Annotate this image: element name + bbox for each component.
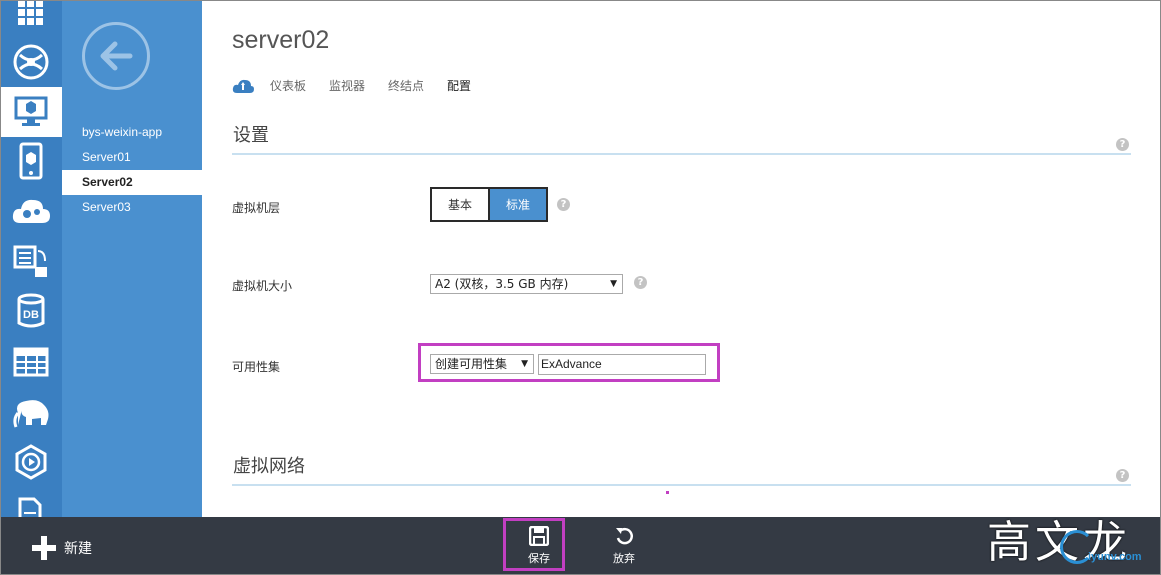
settings-divider (232, 153, 1131, 155)
grid-icon[interactable] (0, 0, 62, 38)
virtual-machine-icon[interactable] (0, 87, 62, 137)
cloud-service-icon[interactable] (0, 186, 62, 236)
vm-tier-label: 虚拟机层 (232, 201, 281, 215)
tier-basic-button[interactable]: 基本 (432, 189, 488, 220)
availability-highlight-box (418, 343, 720, 382)
tier-standard-button[interactable]: 标准 (488, 189, 546, 220)
vm-size-label: 虚拟机大小 (232, 279, 293, 293)
new-button[interactable]: 新建 (32, 536, 92, 560)
nav-item-server01[interactable]: Server01 (62, 145, 202, 170)
web-globe-icon[interactable] (0, 37, 62, 87)
settings-section-title: 设置 (233, 125, 269, 146)
save-highlight-box (503, 518, 565, 571)
discard-button[interactable]: 放弃 (596, 526, 652, 566)
back-arrow-icon (100, 41, 133, 71)
tab-monitor[interactable]: 监视器 (329, 77, 365, 94)
tab-endpoints[interactable]: 终结点 (388, 77, 424, 94)
tab-dashboard[interactable]: 仪表板 (270, 77, 306, 94)
vm-size-value: A2 (双核，3.5 GB 内存) (435, 277, 569, 291)
nav-item-server02[interactable]: Server02 (62, 170, 202, 195)
hdinsight-elephant-icon[interactable] (0, 387, 62, 437)
media-services-icon[interactable] (0, 437, 62, 487)
new-label: 新建 (64, 541, 92, 557)
database-icon[interactable]: DB (0, 286, 62, 336)
portal-window: DB bys-weixin-app Server01 Server02 Serv… (0, 0, 1161, 575)
chevron-down-icon: ▼ (610, 279, 617, 289)
nav-item-server03[interactable]: Server03 (62, 195, 202, 220)
discard-label: 放弃 (613, 552, 635, 565)
nav-item-bys-weixin-app[interactable]: bys-weixin-app (62, 120, 202, 145)
watermark-site: iyunv.com (1088, 551, 1142, 563)
back-button[interactable] (82, 22, 150, 90)
batch-icon[interactable] (0, 236, 62, 286)
vm-size-help-icon[interactable]: ? (634, 276, 647, 289)
vm-size-select[interactable]: A2 (双核，3.5 GB 内存) ▼ (430, 274, 623, 294)
tab-configure[interactable]: 配置 (447, 77, 471, 94)
availability-set-label: 可用性集 (232, 360, 281, 374)
page-title: server02 (232, 26, 330, 54)
vnet-section-title: 虚拟网络 (233, 456, 305, 477)
vm-tier-toggle: 基本 标准 (430, 187, 548, 222)
vnet-help-icon[interactable]: ? (1116, 469, 1129, 482)
undo-icon (616, 527, 633, 545)
vnet-divider (232, 484, 1131, 486)
service-rail: DB (0, 0, 62, 529)
db-label: DB (23, 309, 39, 321)
server-list: bys-weixin-app Server01 Server02 Server0… (62, 120, 202, 220)
tab-bar: 仪表板 监视器 终结点 配置 (232, 77, 494, 94)
plus-icon (32, 536, 56, 560)
cursor-marker (666, 491, 669, 494)
vm-tier-help-icon[interactable]: ? (557, 198, 570, 211)
mobile-service-icon[interactable] (0, 136, 62, 186)
settings-help-icon[interactable]: ? (1116, 138, 1129, 151)
cloud-quickstart-icon[interactable] (232, 78, 254, 94)
storage-table-icon[interactable] (0, 337, 62, 387)
